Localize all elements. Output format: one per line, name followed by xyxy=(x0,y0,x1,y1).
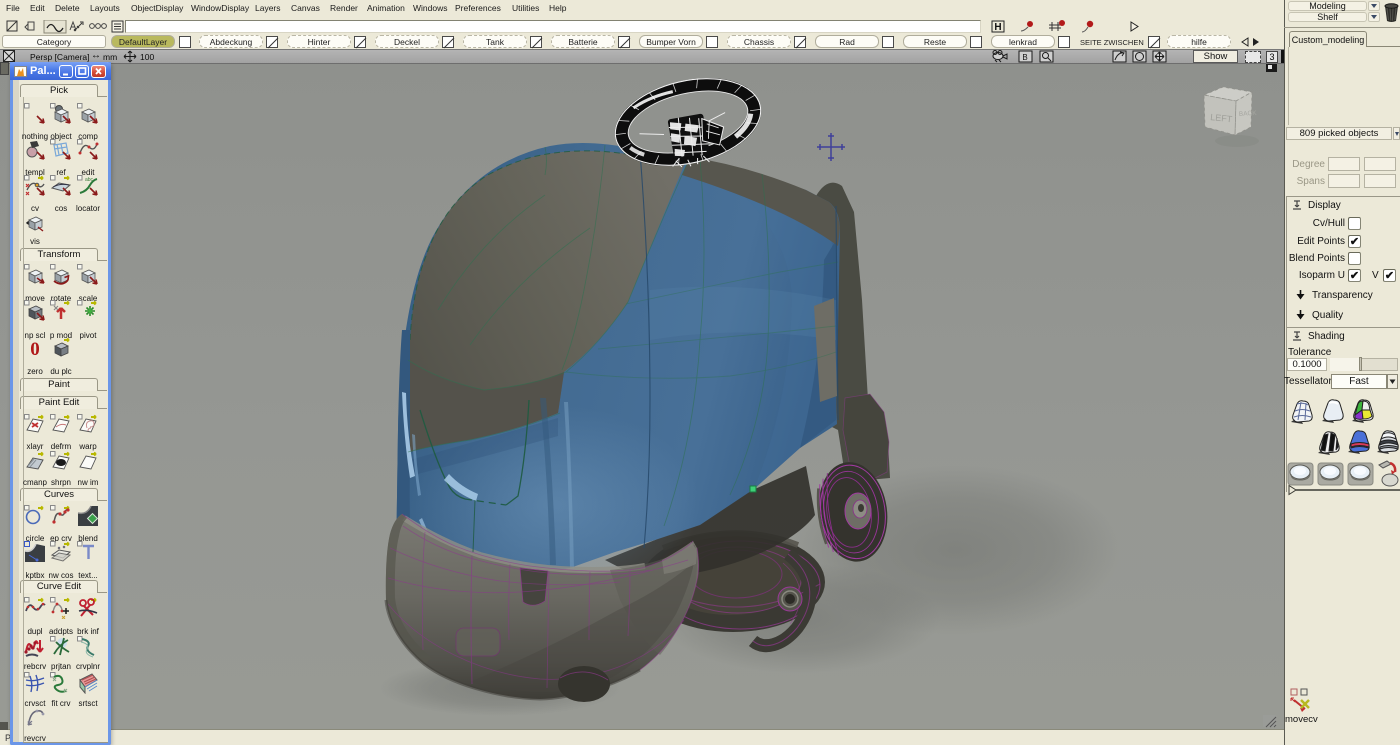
svg-text:0: 0 xyxy=(30,339,40,359)
svg-text:B: B xyxy=(1022,53,1027,62)
svg-text:BACK: BACK xyxy=(1239,110,1258,118)
svg-text:H: H xyxy=(994,22,1001,33)
